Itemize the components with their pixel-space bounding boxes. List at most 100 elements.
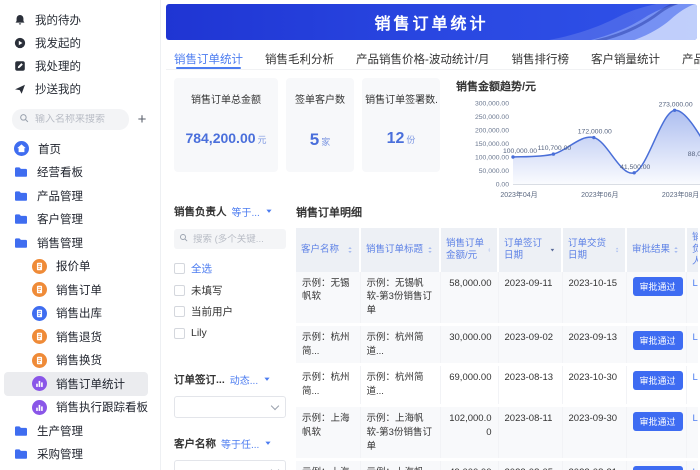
cell: Lily: [686, 405, 699, 462]
tab-0[interactable]: 销售订单统计: [174, 51, 243, 69]
cell: 审批通过: [626, 364, 687, 407]
filter-option-2[interactable]: 当前用户: [174, 301, 286, 323]
column-header-inner: 销售负责人: [692, 232, 698, 268]
filter-option-1[interactable]: 未填写: [174, 280, 286, 302]
sidebar-item-sales-order[interactable]: 销售订单: [4, 278, 148, 302]
column-header-0[interactable]: 客户名称: [296, 228, 361, 272]
svg-text:88,000.00: 88,000.00: [688, 151, 700, 158]
cell: Lily: [686, 459, 698, 470]
stat-card-2: 销售订单签署数... 12 份: [362, 78, 440, 172]
add-button[interactable]: +: [132, 110, 152, 130]
quick-item-cc-to-me[interactable]: 抄送我的: [0, 77, 160, 100]
sidebar-quick-items: 我的待办 我发起的 我处理的 抄送我的: [0, 8, 160, 100]
sort-both-icon: [615, 247, 619, 253]
filter-customer-operator[interactable]: 等于任...: [221, 436, 259, 451]
svg-text:300,000.00: 300,000.00: [475, 100, 509, 107]
checkbox[interactable]: [174, 284, 185, 296]
stat-unit: 家: [321, 137, 331, 147]
page-title: 销售订单统计: [374, 16, 489, 33]
approval-status-button[interactable]: 审批通过: [632, 276, 683, 296]
sidebar-item-production-mgmt[interactable]: 生产管理: [4, 419, 148, 443]
owner-link[interactable]: Lily: [693, 278, 699, 289]
svg-text:41,500.00: 41,500.00: [620, 164, 650, 171]
column-header-1[interactable]: 销售订单标题: [360, 228, 441, 272]
cell: 示例：杭州简道...: [360, 324, 441, 367]
approval-status-button[interactable]: 审批通过: [632, 330, 683, 350]
owner-link[interactable]: Lily: [693, 372, 699, 383]
sidebar-item-sales-tracking-board[interactable]: 销售执行跟踪看板: [4, 396, 148, 420]
column-header-2[interactable]: 销售订单金额/元: [440, 228, 499, 272]
filter-customer-select[interactable]: [174, 460, 286, 470]
filter-sales-owner-header: 销售负责人 等于...: [174, 202, 286, 220]
caret-down-icon[interactable]: [265, 202, 273, 220]
column-header-5[interactable]: 审批结果: [626, 228, 687, 272]
checkbox[interactable]: [174, 263, 185, 275]
tab-5[interactable]: 产品销量统计: [682, 51, 700, 69]
sidebar-item-label: 生产管理: [37, 425, 83, 438]
sidebar-item-label: 客户管理: [37, 214, 83, 227]
approval-status-button[interactable]: 审批通过: [632, 466, 683, 470]
search-icon: [180, 234, 188, 242]
home-icon: [14, 141, 29, 157]
sidebar-search-box[interactable]: [12, 109, 129, 130]
search-icon: [20, 113, 29, 122]
caret-down-icon[interactable]: [264, 434, 272, 452]
owner-link[interactable]: Lily: [693, 413, 699, 424]
cell: 2023-10-15: [562, 271, 627, 326]
sidebar-item-customer-mgmt[interactable]: 客户管理: [4, 208, 148, 232]
cell: Lily: [686, 364, 699, 407]
cell: 2023-08-05: [498, 459, 563, 470]
checkbox[interactable]: [174, 306, 185, 318]
filter-sign-date-select[interactable]: [174, 396, 286, 418]
quick-item-my-processed[interactable]: 我处理的: [0, 54, 160, 77]
sidebar-search-input[interactable]: [35, 114, 121, 125]
cell: 2023-09-30: [562, 405, 627, 462]
sidebar-item-home[interactable]: 首页: [4, 137, 148, 161]
sidebar-item-purchase-mgmt[interactable]: 采购管理: [4, 443, 148, 467]
cell: 示例：无锡帆软-第3份销售订单: [360, 271, 441, 326]
sidebar-item-sales-exchange[interactable]: 销售换货: [4, 349, 148, 373]
quick-item-my-initiated[interactable]: 我发起的: [0, 31, 160, 54]
sidebar-item-label: 销售订单: [56, 284, 102, 297]
filter-sales-owner-operator[interactable]: 等于...: [232, 204, 260, 219]
trend-chart-card: 销售金额趋势/元 0.00 50,000.00 100,000.00 150,000.…: [448, 78, 700, 199]
doc-icon: [32, 258, 47, 274]
filter-search-box[interactable]: [174, 229, 286, 249]
sidebar-item-sales-return[interactable]: 销售退货: [4, 325, 148, 349]
owner-link[interactable]: Lily: [693, 332, 699, 343]
column-header-inner: 客户名称: [301, 244, 354, 256]
caret-down-icon[interactable]: [263, 370, 271, 388]
column-header-label: 销售负责人: [692, 232, 698, 267]
folder-icon: [15, 449, 27, 460]
tab-4[interactable]: 客户销量统计: [591, 51, 660, 69]
column-header-3[interactable]: 订单签订日期: [498, 228, 563, 272]
column-header-4[interactable]: 订单交货日期: [562, 228, 627, 272]
sidebar-item-inventory-mgmt[interactable]: 库存管理: [4, 466, 148, 470]
stat-label: 签单客户数: [295, 95, 345, 106]
tab-1[interactable]: 销售毛利分析: [265, 51, 334, 69]
approval-status-button[interactable]: 审批通过: [632, 371, 683, 391]
approval-status-button[interactable]: 审批通过: [632, 411, 683, 431]
checkbox[interactable]: [174, 327, 185, 339]
tab-2[interactable]: 产品销售价格-波动统计/月: [356, 51, 490, 69]
sidebar-item-quotation[interactable]: 报价单: [4, 255, 148, 279]
filter-sign-date-operator[interactable]: 动态...: [230, 372, 258, 387]
sidebar-item-sales-outbound[interactable]: 销售出库: [4, 302, 148, 326]
app-window: 我的待办我发起的我处理的抄送我的 + 首页经营看板产品管理客户管理销售管理报价单…: [0, 0, 700, 470]
quick-item-my-todo[interactable]: 我的待办: [0, 8, 160, 31]
sidebar-item-business-dashboard[interactable]: 经营看板: [4, 161, 148, 185]
sidebar-item-sales-mgmt[interactable]: 销售管理: [4, 231, 148, 255]
content-row: 销售负责人 等于... 全选未填写当前用户 Lily 订单签订... 动态...: [166, 172, 698, 470]
filter-option-3[interactable]: Lily: [174, 323, 286, 345]
filter-option-0[interactable]: 全选: [174, 258, 286, 280]
sidebar-item-sales-order-stats[interactable]: 销售订单统计: [4, 372, 148, 396]
svg-text:200,000.00: 200,000.00: [475, 127, 509, 134]
filter-search-input[interactable]: [193, 233, 273, 245]
filter-sign-date-label: 订单签订...: [174, 373, 225, 386]
column-header-6[interactable]: 销售负责人: [686, 228, 698, 272]
sidebar-item-label: 销售出库: [56, 308, 102, 321]
sidebar-item-product-mgmt[interactable]: 产品管理: [4, 184, 148, 208]
sidebar-item-label: 产品管理: [37, 190, 83, 203]
doc-icon: [32, 352, 47, 368]
tab-3[interactable]: 销售排行榜: [512, 51, 570, 69]
